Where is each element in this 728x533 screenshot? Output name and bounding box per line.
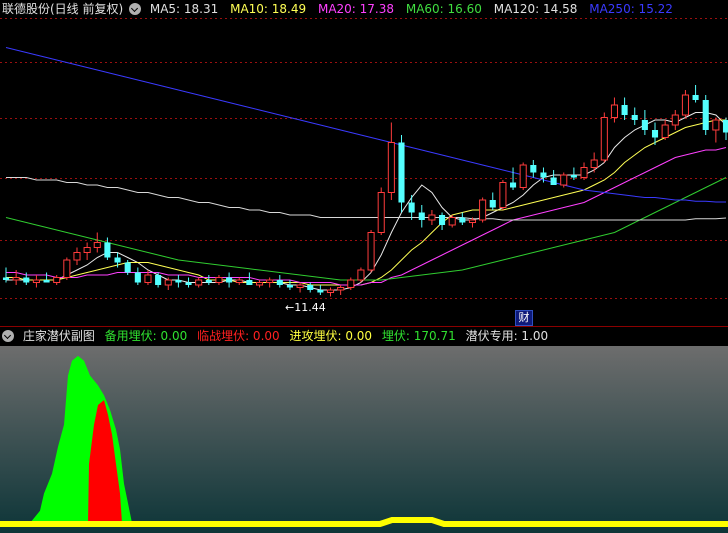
indicator-title[interactable]: 庄家潜伏副图 (23, 327, 95, 345)
candle-body (23, 277, 30, 283)
candle-body (702, 100, 709, 130)
ma120-line (6, 177, 727, 221)
candle-body (93, 242, 101, 248)
candle-body (560, 174, 568, 186)
candle-body (600, 117, 608, 161)
candle-body (73, 252, 81, 261)
candle-body (631, 115, 638, 120)
candle-body (540, 172, 547, 178)
candle-body (326, 289, 335, 293)
price-chart[interactable] (0, 0, 728, 326)
candle-body (114, 257, 121, 263)
candle-body (266, 279, 274, 283)
candle-body (712, 119, 720, 131)
candle-body (570, 175, 577, 178)
candle-body (104, 242, 111, 258)
candle-body (286, 285, 293, 288)
stock-title[interactable]: 联德股份(日线 前复权) (2, 0, 123, 18)
candle-body (185, 282, 192, 285)
candle-body (590, 159, 598, 168)
candle-body (692, 95, 699, 100)
candle-body (489, 200, 496, 208)
candle-body (215, 277, 223, 283)
candle-body (205, 280, 212, 283)
candle-body (12, 277, 20, 281)
candle-body (296, 284, 304, 288)
candle-body (661, 124, 669, 138)
candle-body (63, 259, 71, 278)
candle-body (164, 279, 172, 286)
candle-body (144, 274, 152, 283)
lowest-price-marker: ←11.44 (285, 301, 326, 314)
candle-body (418, 212, 425, 220)
candle-body (255, 282, 264, 286)
candle-body (519, 164, 527, 188)
candle-body (276, 280, 283, 285)
candle-body (621, 105, 628, 115)
candle-body (317, 290, 324, 293)
candle-body (155, 275, 162, 285)
indicator-header: 庄家潜伏副图 备用埋伏: 0.00 临战埋伏: 0.00 进攻埋伏: 0.00 … (0, 326, 728, 346)
candle-body (347, 279, 355, 288)
candle-body (428, 214, 436, 221)
candle-body (448, 217, 456, 226)
candle-body (550, 177, 557, 185)
candle-body (530, 165, 537, 173)
candle-body (580, 167, 588, 178)
ma120-value: MA120: 14.58 (493, 2, 578, 16)
candle-body (641, 120, 648, 130)
candle-body (651, 130, 659, 138)
candle-body (337, 287, 345, 291)
candle-body (175, 280, 182, 283)
candle-body (43, 280, 50, 283)
candle-body (83, 247, 91, 253)
candle-body (367, 232, 375, 271)
candle-body (398, 142, 405, 203)
indicator-item-backup: 备用埋伏: 0.00 (104, 329, 188, 343)
candle-body (459, 217, 466, 223)
ma250-value: MA250: 15.22 (589, 2, 673, 16)
indicator-item-prewar: 临战埋伏: 0.00 (197, 329, 280, 343)
candle-body (468, 219, 477, 223)
ma10-value: MA10: 18.49 (230, 2, 307, 16)
candle-body (439, 215, 446, 225)
candle-body (195, 279, 203, 286)
candle-body (681, 94, 689, 116)
lowest-price-label: 11.44 (294, 301, 326, 314)
indicator-item-attack: 进攻埋伏: 0.00 (289, 329, 373, 343)
indicator-item-ambush: 埋伏: 170.71 (381, 329, 456, 343)
candle-body (246, 280, 253, 285)
ma60-value: MA60: 16.60 (405, 2, 482, 16)
indicator-item-dedicated: 潜伏专用: 1.00 (465, 329, 549, 343)
candle-body (2, 277, 10, 280)
candle-body (377, 192, 385, 233)
candle-body (387, 142, 395, 193)
candle-body (226, 277, 233, 283)
candle-body (32, 279, 40, 283)
candle-body (722, 120, 728, 133)
candle-body (235, 279, 243, 283)
ma10-line (6, 119, 726, 286)
ma20-value: MA20: 17.38 (317, 2, 395, 16)
ma5-value: MA5: 18.31 (149, 2, 219, 16)
candle-body (499, 182, 507, 208)
indicator-chart[interactable] (0, 346, 728, 533)
candle-body (307, 285, 314, 290)
ma20-line (6, 147, 727, 286)
candle-body (357, 269, 365, 281)
candle-body (671, 114, 679, 126)
candle-body (510, 182, 517, 188)
candle-body (124, 262, 131, 273)
candle-body (53, 277, 61, 283)
finance-badge[interactable]: 财 (515, 310, 533, 326)
main-chart-header: 联德股份(日线 前复权) MA5: 18.31 MA10: 18.49 MA20… (0, 0, 728, 18)
chevron-down-icon[interactable] (129, 3, 142, 15)
ma60-line (5, 177, 727, 281)
candle-body (408, 202, 415, 213)
ma5-line (6, 112, 727, 291)
candle-body (479, 199, 487, 221)
candle-body (610, 104, 618, 118)
chevron-down-icon[interactable] (2, 330, 14, 342)
candle-body (134, 272, 141, 283)
